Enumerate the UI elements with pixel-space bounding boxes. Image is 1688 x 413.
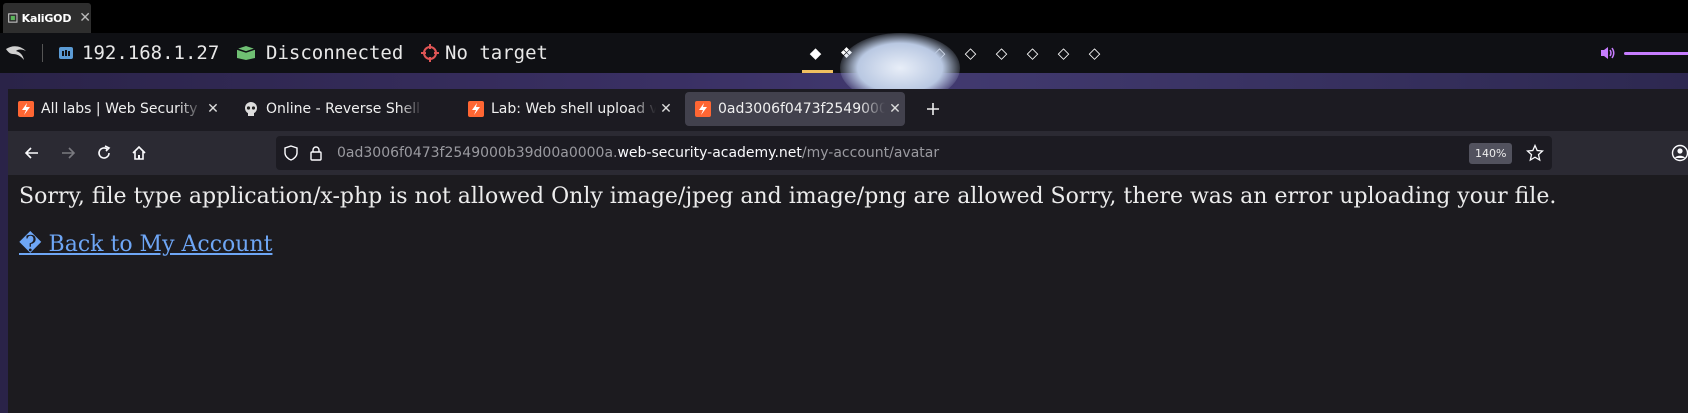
network-icon (59, 47, 73, 59)
vpn-widget[interactable]: Disconnected (236, 33, 403, 73)
bookmark-star-icon[interactable] (1526, 144, 1544, 162)
workspace-glyph: ◇ (1088, 44, 1101, 62)
home-icon (132, 145, 146, 160)
kali-dragon-icon[interactable] (4, 33, 30, 73)
reload-icon (98, 145, 111, 159)
volume-slider[interactable] (1624, 51, 1688, 55)
browser-window: All labs | Web Security Academy ✕ Online… (8, 89, 1688, 413)
close-icon[interactable]: ✕ (656, 101, 676, 117)
url-bar[interactable]: 0ad3006f0473f2549000b39d00a0000a. web-sec… (276, 136, 1552, 170)
workspace-glyph: ◇ (995, 44, 1008, 62)
portswigger-icon (695, 101, 711, 117)
home-button[interactable] (123, 137, 155, 169)
portswigger-icon (18, 101, 34, 117)
workspace-glyph: ◇ (1057, 44, 1070, 62)
tab-label: Lab: Web shell upload via Content-Type r… (491, 101, 656, 117)
arrow-left-icon (24, 147, 38, 159)
ip-address: 192.168.1.27 (82, 42, 220, 64)
workspace-glyph: ◇ (1026, 44, 1039, 62)
tab-web-shell-upload-lab[interactable]: Lab: Web shell upload via Content-Type r… (458, 92, 676, 126)
tab-label: Online - Reverse Shell Generator (266, 101, 423, 117)
close-icon[interactable]: ✕ (203, 101, 223, 117)
tracking-shield-icon[interactable] (283, 145, 299, 161)
crosshair-icon (421, 44, 439, 62)
tab-all-labs[interactable]: All labs | Web Security Academy ✕ (8, 92, 223, 126)
tab-label: 0ad3006f0473f2549000b39d00a0000a.web-sec… (718, 101, 885, 117)
url-path: /my-account/avatar (801, 145, 940, 161)
arrow-right-icon (62, 147, 76, 159)
url-text[interactable]: 0ad3006f0473f2549000b39d00a0000a. web-sec… (337, 136, 939, 170)
workspace-1[interactable]: ◆ (800, 33, 833, 73)
workspace-10[interactable]: ◇ (1079, 33, 1110, 73)
panel-separator (42, 44, 43, 62)
ip-widget[interactable]: 192.168.1.27 (58, 33, 219, 73)
lock-icon[interactable] (309, 145, 323, 161)
window-tab-title: KaliGOD (21, 11, 72, 25)
target-status: No target (445, 42, 548, 64)
tab-reverse-shell-generator[interactable]: Online - Reverse Shell Generator (233, 92, 443, 126)
page-content (8, 175, 1688, 413)
skull-icon (245, 102, 257, 116)
workspace-7[interactable]: ◇ (986, 33, 1017, 73)
target-widget[interactable]: No target (421, 33, 548, 73)
vpn-status: Disconnected (266, 42, 404, 64)
new-tab-button[interactable] (918, 92, 948, 126)
workspace-9[interactable]: ◇ (1048, 33, 1079, 73)
tab-current-lab[interactable]: 0ad3006f0473f2549000b39d00a0000a.web-sec… (685, 92, 905, 126)
tab-label: All labs | Web Security Academy (41, 101, 203, 117)
close-icon[interactable]: ✕ (79, 11, 91, 25)
back-button[interactable] (16, 137, 48, 169)
forward-button[interactable] (52, 137, 84, 169)
volume-icon (1601, 47, 1615, 59)
zoom-level-badge[interactable]: 140% (1469, 143, 1513, 164)
upload-error-message: Sorry, file type application/x-php is no… (19, 184, 1557, 209)
account-button[interactable] (1664, 137, 1688, 169)
window-tab-kaligod[interactable]: KaliGOD ✕ (3, 3, 91, 33)
plus-icon (927, 103, 939, 115)
vpn-box-icon (236, 46, 256, 60)
portswigger-icon (468, 101, 484, 117)
workspace-glyph: ◆ (809, 44, 822, 62)
back-to-account-link[interactable]: � Back to My Account (19, 232, 272, 257)
reload-button[interactable] (88, 137, 120, 169)
workspace-glyph: ◇ (964, 44, 977, 62)
terminal-window-icon (8, 13, 18, 23)
workspace-8[interactable]: ◇ (1017, 33, 1048, 73)
browser-tab-bar: All labs | Web Security Academy ✕ Online… (8, 89, 1688, 131)
account-icon (1671, 144, 1688, 162)
volume-widget[interactable] (1600, 33, 1688, 73)
url-domain: web-security-academy.net (617, 145, 802, 161)
url-subdomain: 0ad3006f0473f2549000b39d00a0000a. (337, 145, 618, 161)
window-tab-strip: KaliGOD ✕ (0, 0, 1688, 33)
navigation-toolbar: 0ad3006f0473f2549000b39d00a0000a. web-sec… (8, 131, 1688, 175)
close-icon[interactable]: ✕ (885, 101, 905, 117)
